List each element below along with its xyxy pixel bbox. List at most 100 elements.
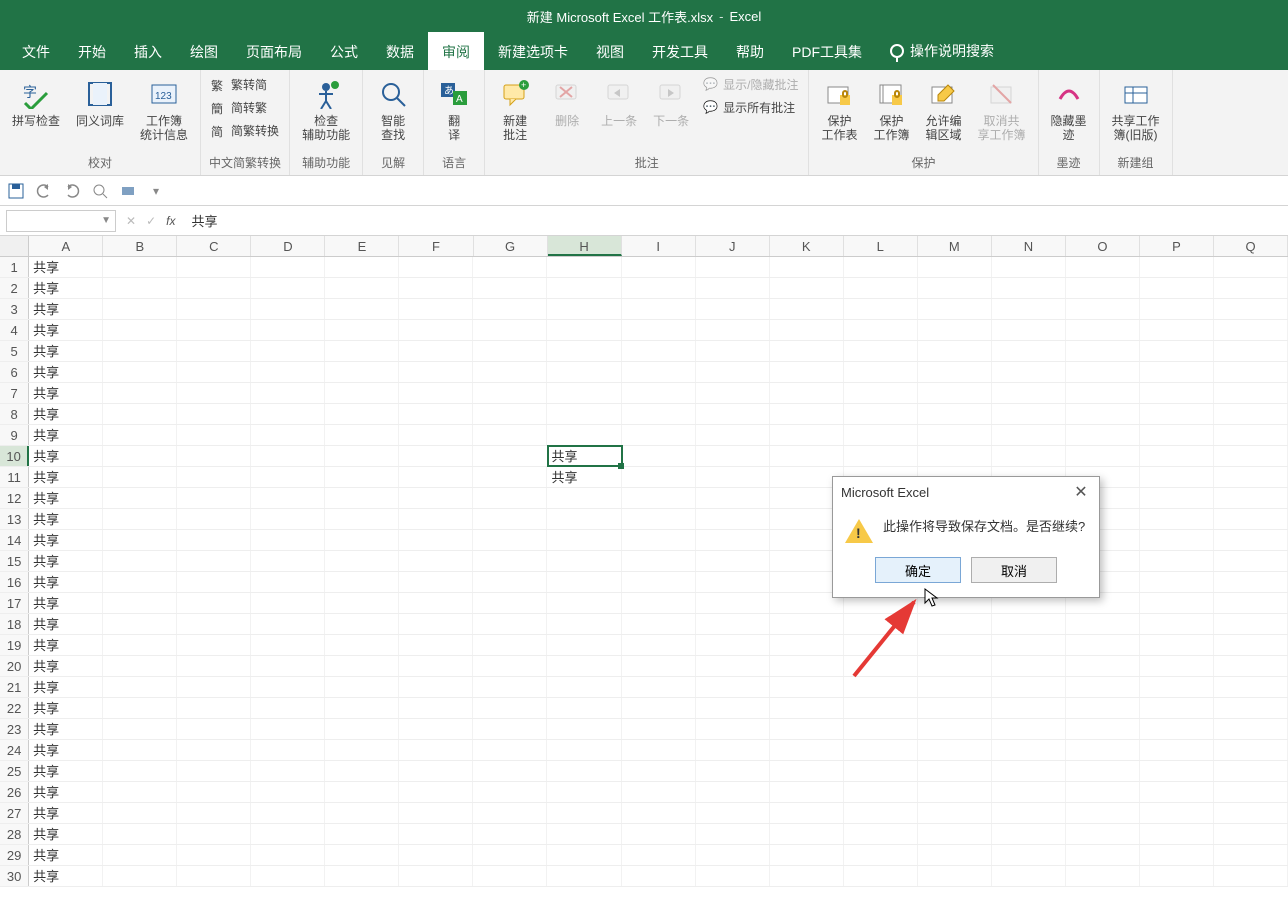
tab-公式[interactable]: 公式 — [316, 32, 372, 70]
cell-F25[interactable] — [399, 761, 473, 781]
cell-L22[interactable] — [844, 698, 918, 718]
cell-H16[interactable] — [547, 572, 621, 592]
show-all-comments-button[interactable]: 💬显示所有批注 — [701, 97, 800, 118]
cell-D23[interactable] — [251, 719, 325, 739]
cell-Q18[interactable] — [1214, 614, 1288, 634]
cell-B28[interactable] — [103, 824, 177, 844]
cell-B22[interactable] — [103, 698, 177, 718]
allow-edit-ranges-button[interactable]: 允许编 辑区域 — [921, 74, 965, 147]
cell-H3[interactable] — [547, 299, 621, 319]
cell-I19[interactable] — [622, 635, 696, 655]
cell-M30[interactable] — [918, 866, 992, 886]
cell-K5[interactable] — [770, 341, 844, 361]
protect-sheet-button[interactable]: 保护 工作表 — [817, 74, 861, 147]
cell-J18[interactable] — [696, 614, 770, 634]
select-all-corner[interactable] — [0, 236, 29, 256]
cell-B18[interactable] — [103, 614, 177, 634]
cell-L8[interactable] — [844, 404, 918, 424]
cell-G27[interactable] — [473, 803, 547, 823]
translate-button[interactable]: あA 翻 译 — [432, 74, 476, 147]
smart-lookup-button[interactable]: 智能 查找 — [371, 74, 415, 147]
cell-J26[interactable] — [696, 782, 770, 802]
cell-Q22[interactable] — [1214, 698, 1288, 718]
cell-D30[interactable] — [251, 866, 325, 886]
cell-D18[interactable] — [251, 614, 325, 634]
cell-J6[interactable] — [696, 362, 770, 382]
cell-J30[interactable] — [696, 866, 770, 886]
cell-D6[interactable] — [251, 362, 325, 382]
cell-N7[interactable] — [992, 383, 1066, 403]
cell-E5[interactable] — [325, 341, 399, 361]
cell-G13[interactable] — [473, 509, 547, 529]
tab-帮助[interactable]: 帮助 — [722, 32, 778, 70]
cell-L18[interactable] — [844, 614, 918, 634]
row-header-28[interactable]: 28 — [0, 824, 29, 844]
cell-Q3[interactable] — [1214, 299, 1288, 319]
cell-I15[interactable] — [622, 551, 696, 571]
cell-Q9[interactable] — [1214, 425, 1288, 445]
cell-J1[interactable] — [696, 257, 770, 277]
cell-C28[interactable] — [177, 824, 251, 844]
cell-I24[interactable] — [622, 740, 696, 760]
cell-F30[interactable] — [399, 866, 473, 886]
cell-K1[interactable] — [770, 257, 844, 277]
cell-L10[interactable] — [844, 446, 918, 466]
cell-F4[interactable] — [399, 320, 473, 340]
row-header-8[interactable]: 8 — [0, 404, 29, 424]
cell-E2[interactable] — [325, 278, 399, 298]
cell-H20[interactable] — [547, 656, 621, 676]
tell-me-search[interactable]: 操作说明搜索 — [876, 32, 1008, 70]
cell-J29[interactable] — [696, 845, 770, 865]
cell-C11[interactable] — [177, 467, 251, 487]
cell-O7[interactable] — [1066, 383, 1140, 403]
cell-I5[interactable] — [622, 341, 696, 361]
cell-F13[interactable] — [399, 509, 473, 529]
cell-F19[interactable] — [399, 635, 473, 655]
cell-A14[interactable]: 共享 — [29, 530, 103, 550]
cell-E19[interactable] — [325, 635, 399, 655]
cell-F22[interactable] — [399, 698, 473, 718]
cell-P27[interactable] — [1140, 803, 1214, 823]
cell-A6[interactable]: 共享 — [29, 362, 103, 382]
cell-C8[interactable] — [177, 404, 251, 424]
cell-K29[interactable] — [770, 845, 844, 865]
cell-L2[interactable] — [844, 278, 918, 298]
cell-C29[interactable] — [177, 845, 251, 865]
cell-D26[interactable] — [251, 782, 325, 802]
cell-E15[interactable] — [325, 551, 399, 571]
cell-C16[interactable] — [177, 572, 251, 592]
cell-Q29[interactable] — [1214, 845, 1288, 865]
cell-I26[interactable] — [622, 782, 696, 802]
cell-J28[interactable] — [696, 824, 770, 844]
cell-A9[interactable]: 共享 — [29, 425, 103, 445]
tab-插入[interactable]: 插入 — [120, 32, 176, 70]
cell-N19[interactable] — [992, 635, 1066, 655]
cell-G11[interactable] — [473, 467, 547, 487]
cell-F27[interactable] — [399, 803, 473, 823]
row-header-9[interactable]: 9 — [0, 425, 29, 445]
cell-A18[interactable]: 共享 — [29, 614, 103, 634]
row-header-17[interactable]: 17 — [0, 593, 29, 613]
cell-C23[interactable] — [177, 719, 251, 739]
column-header-G[interactable]: G — [474, 236, 548, 256]
cell-I22[interactable] — [622, 698, 696, 718]
cell-F18[interactable] — [399, 614, 473, 634]
cell-C24[interactable] — [177, 740, 251, 760]
cell-C18[interactable] — [177, 614, 251, 634]
row-header-21[interactable]: 21 — [0, 677, 29, 697]
cell-E3[interactable] — [325, 299, 399, 319]
cell-A26[interactable]: 共享 — [29, 782, 103, 802]
cell-D12[interactable] — [251, 488, 325, 508]
cell-K2[interactable] — [770, 278, 844, 298]
cell-K22[interactable] — [770, 698, 844, 718]
cell-E25[interactable] — [325, 761, 399, 781]
column-header-H[interactable]: H — [548, 236, 622, 256]
cell-H8[interactable] — [547, 404, 621, 424]
cell-G7[interactable] — [473, 383, 547, 403]
cell-J14[interactable] — [696, 530, 770, 550]
cell-P25[interactable] — [1140, 761, 1214, 781]
cell-J11[interactable] — [696, 467, 770, 487]
cell-C30[interactable] — [177, 866, 251, 886]
cell-D5[interactable] — [251, 341, 325, 361]
cell-M20[interactable] — [918, 656, 992, 676]
